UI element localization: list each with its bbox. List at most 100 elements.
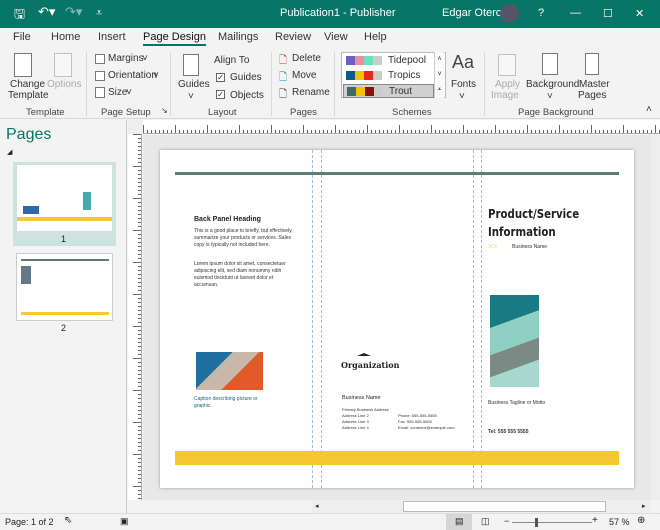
- color-swatch: [355, 56, 364, 65]
- scheme-trout[interactable]: Trout: [343, 84, 434, 98]
- ruler-tick: [138, 498, 141, 499]
- ruler-tick: [495, 125, 496, 133]
- guides-icon[interactable]: [183, 54, 199, 76]
- ruler-tick: [138, 310, 141, 311]
- ruler-tick: [133, 198, 141, 199]
- minimize-button[interactable]: —: [570, 7, 581, 19]
- address-block[interactable]: Primary Business Address Address Line 2 Ad…: [342, 407, 389, 431]
- maximize-button[interactable]: ☐: [603, 7, 613, 20]
- user-name[interactable]: Edgar Otero: [442, 7, 502, 19]
- ruler-tick: [395, 130, 396, 133]
- rename-page-button[interactable]: Rename: [292, 87, 330, 98]
- page-thumbnail-2[interactable]: [16, 253, 113, 321]
- tab-review[interactable]: Review: [275, 31, 311, 43]
- horizontal-scrollbar[interactable]: ◂ ▸: [312, 500, 651, 513]
- ruler-tick: [275, 130, 276, 133]
- customize-qat-icon[interactable]: ⩡: [96, 7, 102, 20]
- tab-mailings[interactable]: Mailings: [218, 31, 258, 43]
- contact-block[interactable]: Phone: 555-555-5555 Fax: 555-555-5555 Emai…: [398, 413, 455, 431]
- scheme-tropics[interactable]: Tropics: [343, 69, 434, 83]
- page-thumbnail-1[interactable]: 1: [13, 162, 116, 246]
- collapse-ribbon-icon[interactable]: ˄: [646, 104, 652, 115]
- zoom-out-button[interactable]: −: [504, 516, 509, 526]
- ruler-tick: [138, 314, 141, 315]
- zoom-slider[interactable]: [512, 522, 592, 523]
- ruler-tick: [138, 458, 141, 459]
- tagline[interactable]: Business Tagline or Motto: [488, 400, 545, 407]
- tab-home[interactable]: Home: [51, 31, 80, 43]
- organization-logo[interactable]: Organization: [341, 360, 399, 370]
- gallery-scroll[interactable]: ˄ ˅ ⩡: [434, 52, 444, 98]
- title[interactable]: Product/Service Information: [488, 205, 582, 241]
- scroll-left-icon[interactable]: ◂: [315, 502, 319, 510]
- master-pages-button[interactable]: Master: [579, 79, 610, 90]
- delete-page-button[interactable]: Delete: [292, 53, 321, 64]
- zoom-slider-thumb[interactable]: [535, 518, 538, 527]
- tab-insert[interactable]: Insert: [98, 31, 126, 43]
- redo-icon[interactable]: ↷▾: [65, 4, 82, 20]
- ruler-tick: [431, 125, 432, 133]
- fit-page-icon[interactable]: ⊕: [637, 515, 645, 526]
- horizontal-ruler[interactable]: [143, 120, 660, 134]
- avatar[interactable]: [500, 4, 519, 23]
- publication-page[interactable]: Back Panel Heading This is a good place …: [160, 150, 634, 488]
- back-panel-text[interactable]: This is a good place to briefly, but eff…: [194, 228, 294, 249]
- ruler-corner: [128, 120, 143, 134]
- picture-caption[interactable]: Caption describing picture or graphic.: [194, 396, 269, 410]
- zoom-in-button[interactable]: +: [592, 515, 598, 526]
- scroll-thumb[interactable]: [403, 501, 606, 512]
- master-pages-icon[interactable]: [585, 53, 599, 75]
- ruler-tick: [391, 130, 392, 133]
- fonts-button[interactable]: Fonts: [451, 79, 476, 90]
- change-template-button[interactable]: Change: [10, 79, 45, 90]
- change-template-icon[interactable]: [14, 53, 32, 77]
- scroll-right-icon[interactable]: ▸: [642, 502, 646, 510]
- ruler-tick: [138, 242, 141, 243]
- object-position-icon[interactable]: ▣: [120, 516, 129, 527]
- tab-help[interactable]: Help: [364, 31, 387, 43]
- single-page-view-button[interactable]: ▤: [446, 514, 472, 530]
- ruler-tick: [219, 130, 220, 133]
- telephone[interactable]: Tel: 555 555 5555: [488, 429, 529, 436]
- save-icon[interactable]: 🖫: [14, 5, 25, 27]
- guides-checkbox[interactable]: ✓: [216, 73, 225, 82]
- objects-checkbox[interactable]: ✓: [216, 90, 225, 99]
- move-page-button[interactable]: Move: [292, 70, 316, 81]
- picture[interactable]: [196, 352, 263, 390]
- back-panel-heading[interactable]: Back Panel Heading: [194, 216, 261, 223]
- zoom-level[interactable]: 57 %: [609, 517, 630, 527]
- close-button[interactable]: ✕: [635, 7, 644, 20]
- scheme-tidepool[interactable]: Tidepool: [343, 54, 434, 68]
- color-swatch: [374, 87, 383, 96]
- size-button[interactable]: Size: [108, 87, 127, 98]
- guides-button[interactable]: Guides: [178, 79, 210, 90]
- ruler-tick: [133, 326, 141, 327]
- vertical-scrollbar[interactable]: [651, 135, 660, 500]
- background-button[interactable]: Background: [526, 79, 579, 90]
- ruler-tick: [483, 130, 484, 133]
- ruler-tick: [138, 282, 141, 283]
- ruler-tick: [151, 130, 152, 133]
- dialog-launcher-icon[interactable]: ↘: [161, 106, 168, 115]
- vertical-ruler[interactable]: [128, 134, 142, 500]
- ruler-tick: [138, 350, 141, 351]
- help-button[interactable]: ?: [538, 7, 544, 19]
- ruler-tick: [138, 258, 141, 259]
- page-indicator[interactable]: Page: 1 of 2: [5, 517, 54, 527]
- product-illustration[interactable]: [490, 295, 539, 387]
- margins-button[interactable]: Margins: [108, 53, 144, 64]
- tab-file[interactable]: File: [13, 31, 31, 43]
- tab-view[interactable]: View: [324, 31, 348, 43]
- back-panel-text-2[interactable]: Lorem ipsum dolor sit amet, consectetuer…: [194, 261, 294, 289]
- undo-icon[interactable]: ↶▾: [38, 4, 55, 20]
- tab-page-design[interactable]: Page Design: [143, 31, 206, 46]
- ruler-tick: [551, 130, 552, 133]
- collapse-icon[interactable]: ◢: [7, 148, 12, 156]
- background-icon[interactable]: [542, 53, 558, 75]
- business-name[interactable]: Business Name: [342, 395, 381, 401]
- two-page-view-button[interactable]: ◫: [481, 516, 490, 527]
- options-button: Options: [47, 79, 82, 90]
- business-name-2[interactable]: Business Name: [512, 244, 547, 251]
- ruler-tick: [207, 125, 208, 133]
- orientation-button[interactable]: Orientation: [108, 70, 157, 81]
